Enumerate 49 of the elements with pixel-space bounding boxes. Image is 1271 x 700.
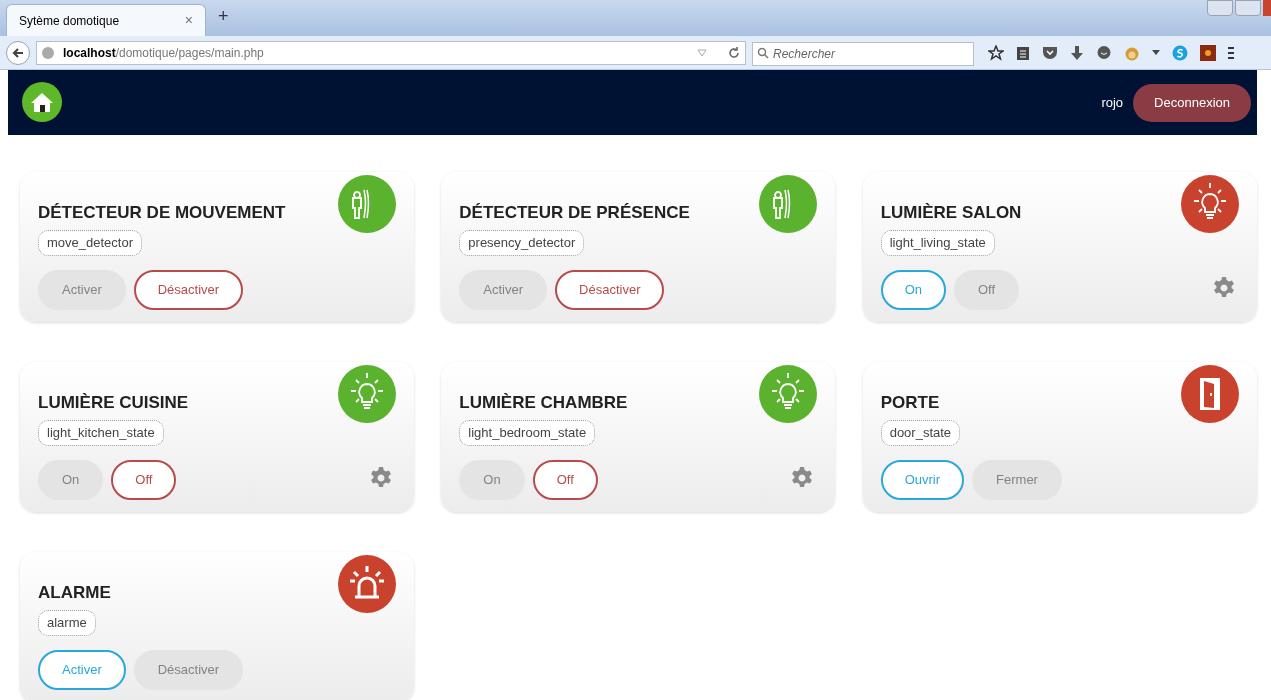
user-name: rojo [1101, 93, 1124, 112]
toggle-button[interactable]: On [880, 270, 946, 310]
action-button[interactable]: Désactiver [555, 270, 665, 310]
device-title: LUMIÈRE CUISINE [38, 392, 190, 414]
toggle-button[interactable]: Off [111, 460, 177, 500]
device-id-tag: door_state [880, 420, 961, 446]
menu-icon[interactable] [1228, 45, 1234, 60]
device-title: LUMIÈRE CHAMBRE [459, 392, 629, 414]
star-icon[interactable] [988, 44, 1004, 61]
action-button[interactable]: Activer [38, 650, 126, 690]
device-id-tag: presency_detector [459, 230, 585, 256]
clipboard-icon[interactable] [1016, 44, 1030, 61]
device-title: ALARME [38, 582, 112, 604]
settings-icon[interactable] [790, 466, 815, 490]
dropdown-icon [697, 48, 707, 57]
device-title: PORTE [880, 392, 941, 414]
skype-icon[interactable] [1172, 44, 1188, 61]
new-tab-button[interactable]: + [218, 3, 229, 30]
tab-title: Sytème domotique [19, 12, 121, 30]
device-id-tag: move_detector [38, 230, 142, 256]
back-arrow-icon [12, 46, 24, 59]
caret-icon[interactable] [1152, 49, 1160, 56]
device-id-tag: light_kitchen_state [38, 420, 164, 446]
settings-icon[interactable] [369, 466, 393, 490]
device-id-tag: alarme [38, 610, 96, 636]
back-button[interactable] [6, 40, 30, 65]
logout-button[interactable]: Deconnexion [1133, 83, 1251, 122]
globe-icon [41, 45, 55, 60]
device-title: DÉTECTEUR DE PRÉSENCE [459, 202, 691, 224]
toggle-button[interactable]: Off [532, 460, 598, 500]
close-tab-button[interactable]: × [184, 10, 193, 31]
pocket-icon[interactable] [1042, 45, 1058, 60]
browser-tab[interactable]: Sytème domotique × [6, 4, 206, 36]
address-bar[interactable]: localhost/domotique/pages/main.php [36, 40, 746, 65]
square-app-icon[interactable] [1200, 44, 1216, 61]
settings-icon[interactable] [1211, 276, 1236, 300]
search-field[interactable]: Rechercher [752, 41, 974, 66]
url-text: localhost/domotique/pages/main.php [63, 44, 265, 62]
action-button[interactable]: Désactiver [133, 270, 244, 310]
chat-icon[interactable] [1096, 44, 1112, 61]
device-title: LUMIÈRE SALON [880, 202, 1023, 224]
download-icon[interactable] [1070, 44, 1084, 61]
home-logo-icon[interactable] [21, 80, 63, 125]
device-id-tag: light_living_state [880, 230, 995, 256]
action-button[interactable]: Ouvrir [880, 460, 965, 500]
device-id-tag: light_bedroom_state [459, 420, 596, 446]
reload-icon [727, 45, 741, 60]
device-title: DÉTECTEUR DE MOUVEMENT [38, 202, 287, 224]
search-icon [757, 46, 769, 59]
